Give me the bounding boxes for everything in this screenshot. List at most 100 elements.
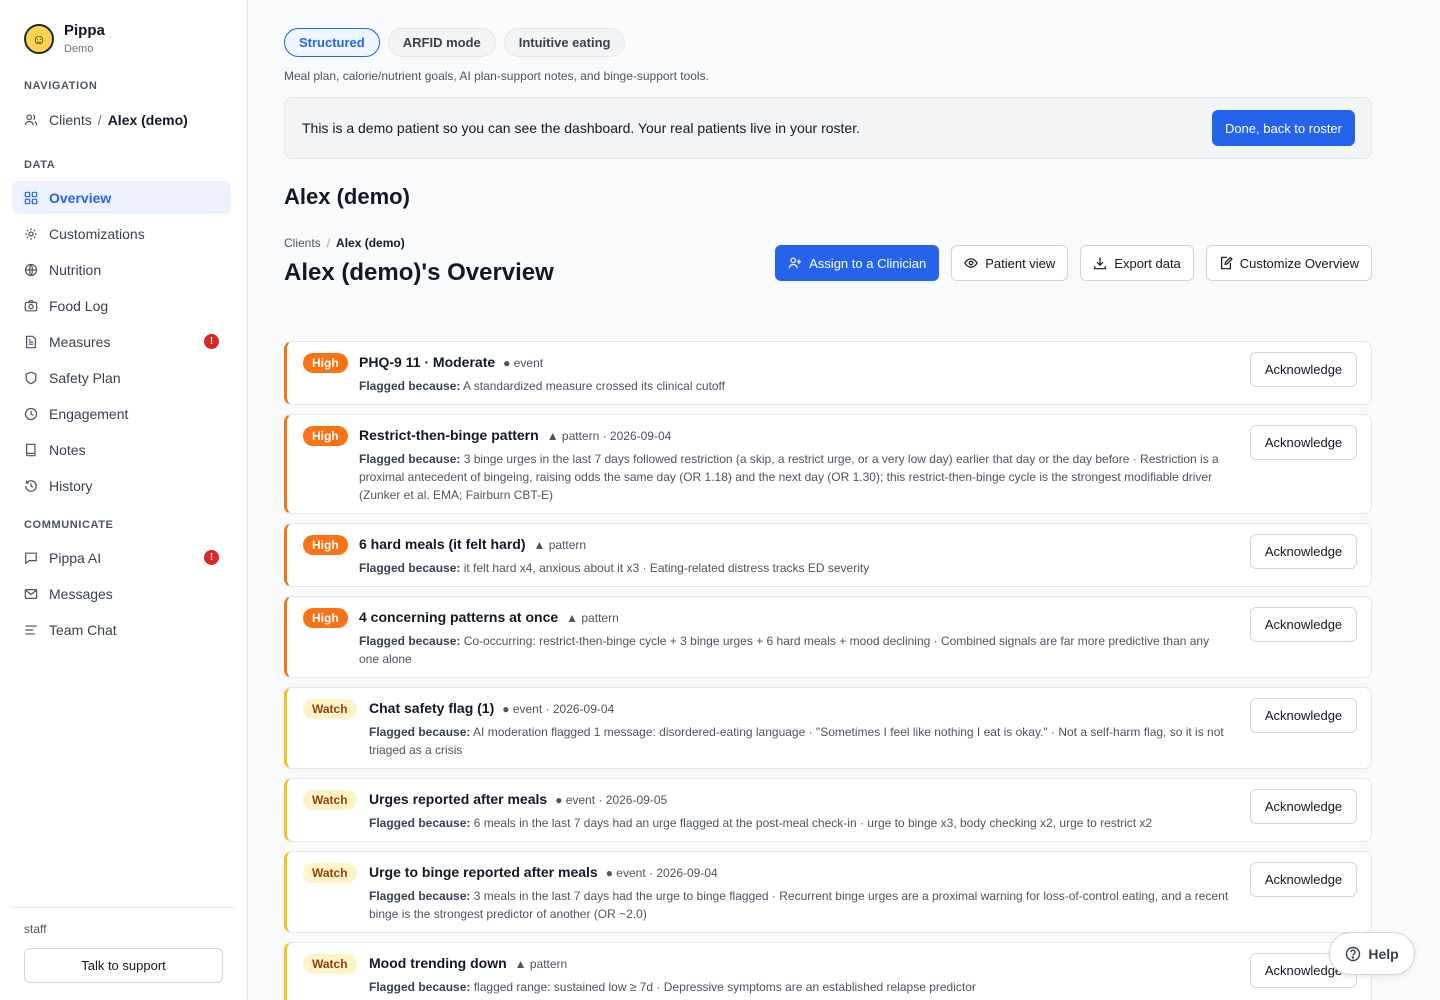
book-icon	[24, 443, 38, 457]
brand[interactable]: ☺ Pippa Demo	[24, 22, 105, 56]
alert-title: Mood trending down	[369, 955, 507, 971]
tab-intuitive-eating[interactable]: Intuitive eating	[503, 28, 626, 57]
download-icon	[1093, 256, 1107, 270]
alert-title: Restrict-then-binge pattern	[359, 427, 539, 443]
sidebar: ☺ Pippa Demo NAVIGATION Clients / Alex (…	[0, 0, 248, 1000]
alert-title: 4 concerning patterns at once	[359, 609, 559, 625]
alert-body: Flagged because: it felt hard x4, anxiou…	[359, 561, 870, 575]
user-plus-icon	[788, 256, 802, 270]
acknowledge-button[interactable]: Acknowledge	[1250, 352, 1357, 387]
communicate-section-label: COMMUNICATE	[24, 519, 114, 531]
alert-card: High 4 concerning patterns at once ▲ pat…	[284, 596, 1372, 678]
alert-card: High 6 hard meals (it felt hard) ▲ patte…	[284, 523, 1372, 587]
customize-overview-button[interactable]: Customize Overview	[1205, 245, 1372, 281]
alert-body: Flagged because: 3 meals in the last 7 d…	[369, 889, 1229, 921]
brand-name: Pippa	[64, 22, 105, 39]
sidebar-item-safety-plan[interactable]: Safety Plan	[12, 361, 231, 394]
alert-body: Flagged because: Co-occurring: restrict-…	[359, 634, 1210, 666]
severity-badge: High	[303, 535, 348, 555]
users-icon	[24, 113, 38, 127]
alert-body: Flagged because: 3 binge urges in the la…	[359, 452, 1219, 502]
acknowledge-button[interactable]: Acknowledge	[1250, 698, 1357, 733]
alert-meta: ▲ pattern · 2026-09-04	[546, 429, 672, 443]
alert-body: Flagged because: flagged range: sustaine…	[369, 980, 976, 994]
sidebar-item-pippa-ai[interactable]: Pippa AI !	[12, 541, 231, 574]
patient-view-button[interactable]: Patient view	[951, 245, 1069, 281]
done-back-to-roster-button[interactable]: Done, back to roster	[1211, 110, 1355, 146]
staff-label: staff	[24, 922, 47, 936]
patient-title: Alex (demo)	[284, 184, 410, 209]
alert-meta: ● event · 2026-09-04	[605, 866, 718, 880]
pippa-logo-icon: ☺	[24, 24, 54, 54]
mode-tabs: Structured ARFID mode Intuitive eating	[284, 28, 633, 57]
sidebar-item-messages[interactable]: Messages	[12, 577, 231, 610]
tab-structured[interactable]: Structured	[284, 28, 380, 57]
shield-icon	[24, 371, 38, 385]
alert-card: Watch Urges reported after meals ● event…	[284, 778, 1372, 842]
alert-meta: ▲ pattern	[533, 538, 587, 552]
globe-icon	[24, 263, 38, 277]
overview-actions: Assign to a Clinician Patient view Expor…	[763, 245, 1372, 281]
assign-clinician-button[interactable]: Assign to a Clinician	[775, 245, 940, 281]
document-icon	[24, 335, 38, 349]
breadcrumb-clients[interactable]: Clients	[284, 236, 321, 250]
alert-card: Watch Urge to binge reported after meals…	[284, 851, 1372, 933]
page-title: Alex (demo)'s Overview	[284, 259, 554, 286]
demo-banner-text: This is a demo patient so you can see th…	[302, 120, 860, 136]
edit-icon	[1219, 256, 1233, 270]
severity-badge: High	[303, 353, 348, 373]
alert-title: 6 hard meals (it felt hard)	[359, 536, 526, 552]
sidebar-item-notes[interactable]: Notes	[12, 433, 231, 466]
acknowledge-button[interactable]: Acknowledge	[1250, 425, 1357, 460]
sidebar-item-measures[interactable]: Measures !	[12, 325, 231, 358]
severity-badge: Watch	[303, 790, 357, 810]
help-circle-icon	[1345, 946, 1361, 962]
clock-icon	[24, 407, 38, 421]
alert-title: Chat safety flag (1)	[369, 700, 495, 716]
alert-meta: ● event · 2026-09-05	[555, 793, 668, 807]
mode-description: Meal plan, calorie/nutrient goals, AI pl…	[284, 69, 709, 83]
alert-body: Flagged because: 6 meals in the last 7 d…	[369, 816, 1153, 830]
help-button[interactable]: Help	[1329, 932, 1415, 975]
gear-icon	[24, 227, 38, 241]
eye-icon	[964, 256, 979, 270]
breadcrumb: Clients / Alex (demo)	[284, 236, 405, 250]
alert-body: Flagged because: AI moderation flagged 1…	[369, 725, 1224, 757]
sidebar-item-overview[interactable]: Overview	[12, 181, 231, 214]
acknowledge-button[interactable]: Acknowledge	[1250, 607, 1357, 642]
brand-sub: Demo	[64, 43, 94, 55]
export-data-button[interactable]: Export data	[1080, 245, 1194, 281]
tab-arfid-mode[interactable]: ARFID mode	[387, 28, 496, 57]
nav-section-label: NAVIGATION	[24, 80, 98, 92]
sidebar-crumb-current: Alex (demo)	[107, 112, 188, 128]
sidebar-divider	[12, 907, 235, 908]
data-section-label: DATA	[24, 159, 56, 171]
sidebar-item-history[interactable]: History	[12, 469, 231, 502]
severity-badge: Watch	[303, 954, 357, 974]
sidebar-crumb-clients[interactable]: Clients	[49, 112, 92, 128]
alert-title: PHQ-9 11 · Moderate	[359, 354, 496, 370]
alert-card: High PHQ-9 11 · Moderate ● event Flagged…	[284, 341, 1372, 405]
sidebar-item-food-log[interactable]: Food Log	[12, 289, 231, 322]
acknowledge-button[interactable]: Acknowledge	[1250, 534, 1357, 569]
acknowledge-button[interactable]: Acknowledge	[1250, 789, 1357, 824]
alert-title: Urges reported after meals	[369, 791, 548, 807]
pippa-ai-alert-badge: !	[204, 550, 219, 565]
sidebar-item-nutrition[interactable]: Nutrition	[12, 253, 231, 286]
talk-to-support-button[interactable]: Talk to support	[24, 948, 223, 983]
measures-alert-badge: !	[204, 334, 219, 349]
severity-badge: High	[303, 426, 348, 446]
camera-icon	[24, 299, 38, 313]
alert-meta: ● event · 2026-09-04	[502, 702, 615, 716]
acknowledge-button[interactable]: Acknowledge	[1250, 862, 1357, 897]
alert-title: Urge to binge reported after meals	[369, 864, 598, 880]
sidebar-item-team-chat[interactable]: Team Chat	[12, 613, 231, 646]
mail-icon	[24, 587, 38, 601]
sidebar-item-customizations[interactable]: Customizations	[12, 217, 231, 250]
sidebar-client-crumb: Clients / Alex (demo)	[24, 112, 188, 128]
demo-banner: This is a demo patient so you can see th…	[284, 97, 1372, 159]
lines-icon	[24, 623, 38, 637]
history-icon	[24, 479, 38, 493]
sidebar-item-engagement[interactable]: Engagement	[12, 397, 231, 430]
alert-body: Flagged because: A standardized measure …	[359, 379, 725, 393]
